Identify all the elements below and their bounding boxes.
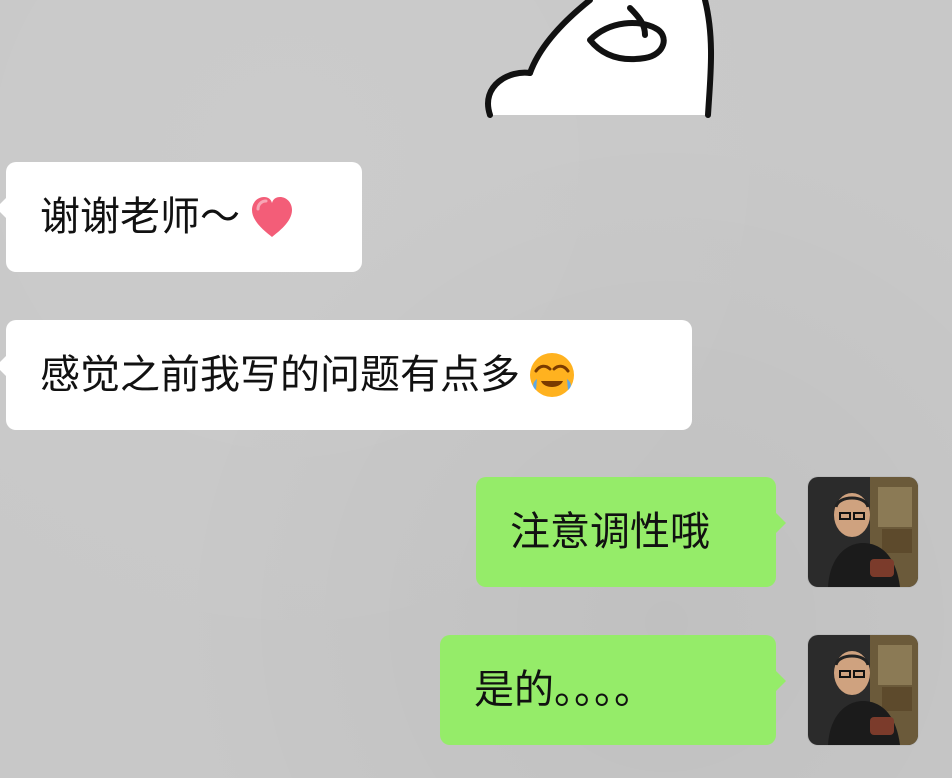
teacher-avatar[interactable]: [808, 635, 918, 745]
incoming-message-bubble[interactable]: 感觉之前我写的问题有点多: [0, 320, 692, 430]
teacher-avatar[interactable]: [808, 477, 918, 587]
red-heart-icon: [252, 197, 292, 237]
avatar-photo: [808, 477, 918, 587]
outgoing-message-bubble[interactable]: 是的。。。。: [440, 635, 786, 745]
avatar-photo: [808, 635, 918, 745]
message-text: 感觉之前我写的问题有点多: [40, 352, 520, 398]
incoming-message-bubble[interactable]: 谢谢老师～: [0, 162, 362, 272]
message-text: 是的。。。。: [474, 667, 654, 713]
crying-face-emoji-icon: [530, 353, 574, 397]
message-text: 谢谢老师～: [40, 194, 240, 240]
hand-drawn-character-sticker: [485, 0, 715, 118]
outgoing-message-bubble[interactable]: 注意调性哦: [476, 477, 786, 587]
sticker-message[interactable]: [470, 0, 730, 120]
message-text: 注意调性哦: [510, 509, 710, 555]
